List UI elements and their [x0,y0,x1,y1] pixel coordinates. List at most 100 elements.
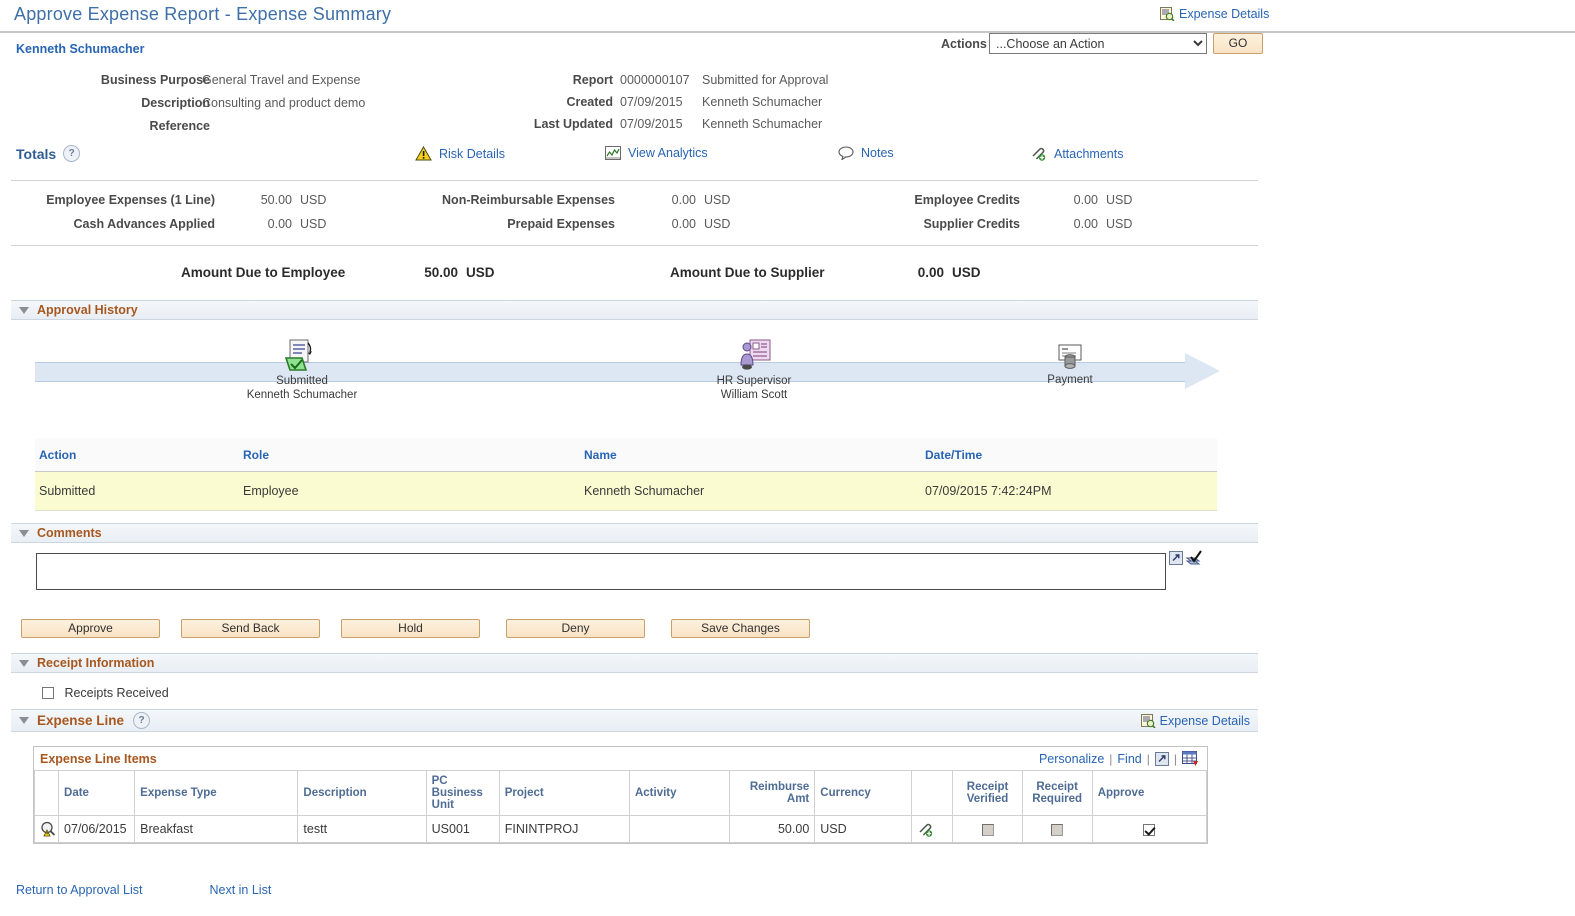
comments-title: Comments [37,526,102,540]
view-analytics-link[interactable]: View Analytics [605,146,708,160]
cell-approve[interactable] [1091,815,1208,843]
payment-icon [1000,343,1140,373]
find-link[interactable]: Find [1117,752,1141,766]
cell-risk-icon[interactable] [33,815,60,843]
return-to-approval-list-link[interactable]: Return to Approval List [16,883,142,897]
cell-role: Employee [239,471,580,511]
receipt-verified-checkbox [981,823,994,836]
employee-credits-label: Employee Credits [914,193,1020,207]
expense-line-help-icon[interactable]: ? [133,712,151,729]
approval-history-title: Approval History [37,303,138,317]
supplier-credits-amount: 0.00 [1073,217,1098,231]
report-value: 0000000107 [620,73,690,87]
business-purpose-value: General Travel and Expense [202,73,361,87]
actions-select[interactable]: ...Choose an Action [989,33,1207,54]
approve-button[interactable]: Approve [21,619,160,638]
receipts-received-row: Receipts Received [42,684,169,702]
download-spreadsheet-icon[interactable] [1182,751,1199,766]
cell-receipt-required [1021,815,1093,843]
cell-date: 07/06/2015 [58,815,136,843]
personalize-link[interactable]: Personalize [1039,752,1104,766]
cell-action: Submitted [35,471,239,511]
prepaid-expenses-label: Prepaid Expenses [507,217,615,231]
amount-due-employee-amount: 50.00 [424,265,458,280]
save-changes-button[interactable]: Save Changes [671,619,810,638]
receipts-received-checkbox[interactable] [42,686,54,699]
workflow-stage-payment-title: Payment [1047,374,1093,386]
employee-credits-currency: USD [1106,193,1133,207]
expense-details-link-section[interactable]: Expense Details [1140,713,1250,728]
expense-line-section-header[interactable]: Expense Line ? Expense Details [11,709,1258,732]
receipt-information-title: Receipt Information [37,656,155,670]
prepaid-expenses-amount: 0.00 [671,217,696,231]
reference-label: Reference [149,119,210,133]
supplier-credits-currency: USD [1106,217,1133,231]
col-action: Action [35,438,239,472]
totals-help-icon[interactable]: ? [63,145,81,162]
cash-advances-label: Cash Advances Applied [73,217,215,231]
prepaid-expenses-currency: USD [704,217,731,231]
employee-name[interactable]: Kenneth Schumacher [16,42,145,56]
non-reimbursable-label: Non-Reimbursable Expenses [442,193,615,207]
go-button[interactable]: GO [1213,33,1263,54]
tool-separator-2: | [1146,751,1150,766]
risk-details-label[interactable]: Risk Details [439,147,505,161]
hold-button[interactable]: Hold [341,619,480,638]
col-date: Date [58,770,136,816]
view-analytics-label[interactable]: View Analytics [628,146,708,160]
deny-button[interactable]: Deny [506,619,645,638]
collapse-triangle-icon[interactable] [19,529,29,537]
notes-label[interactable]: Notes [861,146,894,160]
expense-line-header-row: Date Expense Type Description PC Busines… [33,770,1208,816]
cell-attachment[interactable] [911,815,954,843]
report-label: Report [572,73,613,87]
employee-expenses-currency: USD [300,193,327,207]
cell-description: testt [297,815,427,843]
paperclip-add-icon [1030,146,1047,161]
expense-details-label[interactable]: Expense Details [1179,7,1269,21]
description-label: Description [141,96,210,110]
comments-section-header[interactable]: Comments [11,523,1258,543]
expense-details-label-section[interactable]: Expense Details [1160,714,1250,728]
cell-expense-type: Breakfast [134,815,299,843]
col-expense-type: Expense Type [134,770,299,816]
workflow-stage-submitted-title: Submitted [276,375,328,387]
attachments-link[interactable]: Attachments [1030,146,1123,161]
amount-due-employee-label: Amount Due to Employee [181,265,346,280]
collapse-triangle-icon[interactable] [19,659,29,667]
report-status: Submitted for Approval [702,73,829,87]
col-receipt-required: Receipt Required [1021,770,1093,816]
cell-currency: USD [814,815,913,843]
next-in-list-link[interactable]: Next in List [209,883,271,897]
created-date: 07/09/2015 [620,95,683,109]
expense-details-link-top[interactable]: Expense Details [1160,7,1269,21]
attachments-label[interactable]: Attachments [1054,147,1123,161]
expand-popup-icon[interactable] [1169,551,1183,565]
paperclip-add-icon[interactable] [917,822,947,837]
workflow-stage-submitted: Submitted Kenneth Schumacher [232,338,372,402]
approve-checkbox[interactable] [1143,823,1156,836]
col-datetime: Date/Time [921,438,1217,472]
expense-details-icon [1160,7,1175,21]
comments-icon-group [1169,550,1204,566]
col-attachment [911,770,954,816]
col-approve: Approve [1091,770,1208,816]
send-back-button[interactable]: Send Back [181,619,320,638]
submitted-document-icon [232,338,372,374]
notes-link[interactable]: Notes [838,146,894,160]
receipt-information-section-header[interactable]: Receipt Information [11,653,1258,673]
collapse-triangle-icon[interactable] [19,717,29,724]
cell-name: Kenneth Schumacher [580,471,921,511]
approval-history-section-header[interactable]: Approval History [11,300,1258,320]
grid-toolbar: Personalize | Find | | [1039,751,1199,766]
collapse-triangle-icon[interactable] [19,306,29,314]
risk-details-link[interactable]: Risk Details [415,146,505,161]
cell-project: FININTPROJ [498,815,630,843]
receipts-received-label: Receipts Received [64,685,169,700]
expense-risk-magnifier-icon[interactable] [40,821,56,837]
business-purpose-label: Business Purpose [100,73,210,87]
comments-input[interactable] [36,553,1166,590]
amount-due-employee-currency: USD [466,265,495,280]
expand-grid-icon[interactable] [1154,751,1169,766]
spellcheck-icon[interactable] [1186,550,1204,566]
